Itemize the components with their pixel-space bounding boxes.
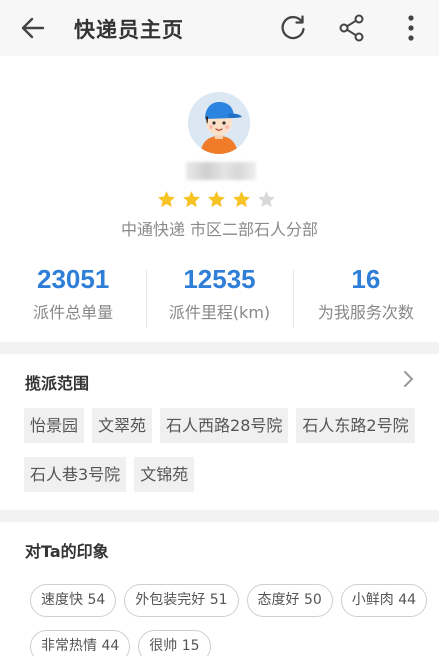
star-empty-icon [258, 191, 275, 208]
star-filled-icon [183, 191, 200, 208]
courier-name-blurred [186, 162, 256, 180]
top-app-bar: 快递员主页 [0, 0, 439, 56]
stat-label: 派件里程(km) [168, 303, 271, 322]
area-tag: 文翠苑 [92, 408, 153, 443]
delivery-range-title: 揽派范围 [25, 374, 90, 393]
stat-value: 16 [351, 264, 381, 294]
chevron-right-icon[interactable] [398, 368, 418, 390]
more-vertical-icon[interactable] [396, 13, 426, 43]
delivery-range-section[interactable]: 揽派范围 怡景园 文翠苑 石人西路28号院 石人东路2号院 石人巷3号院 文锦苑 [0, 354, 439, 510]
impression-tag[interactable]: 很帅 15 [138, 630, 211, 656]
stat-times-served-me: 16 为我服务次数 [292, 262, 439, 332]
stat-label: 派件总单量 [33, 303, 114, 322]
stats-row: 23051 派件总单量 12535 派件里程(km) 16 为我服务次数 [0, 262, 439, 332]
stat-value: 12535 [183, 264, 256, 294]
impression-tag[interactable]: 态度好 50 [246, 584, 333, 617]
arrow-left-icon[interactable] [18, 14, 48, 42]
delivery-area-list: 怡景园 文翠苑 石人西路28号院 石人东路2号院 石人巷3号院 文锦苑 [24, 408, 419, 492]
impression-tag[interactable]: 非常热情 44 [30, 630, 131, 656]
area-tag: 石人东路2号院 [296, 408, 415, 443]
star-filled-icon [233, 191, 250, 208]
stat-total-deliveries: 23051 派件总单量 [0, 262, 146, 332]
courier-company: 中通快递 市区二部石人分部 [120, 220, 319, 239]
stat-label: 为我服务次数 [317, 303, 414, 322]
stat-value: 23051 [37, 264, 110, 294]
impression-tag-list: 速度快 54 外包装完好 51 态度好 50 小鲜肉 44 非常热情 44 很帅… [30, 584, 430, 656]
impressions-title: 对Ta的印象 [25, 542, 109, 561]
area-tag: 怡景园 [24, 408, 85, 443]
page-title: 快递员主页 [74, 18, 184, 42]
impression-tag[interactable]: 速度快 54 [30, 584, 117, 617]
stat-delivery-mileage: 12535 派件里程(km) [146, 262, 292, 332]
star-filled-icon [208, 191, 225, 208]
courier-profile-card: 中通快递 市区二部石人分部 23051 派件总单量 12535 派件里程(km)… [0, 56, 439, 342]
impression-tag[interactable]: 小鲜肉 44 [340, 584, 428, 617]
star-filled-icon [158, 191, 175, 208]
share-icon[interactable] [337, 13, 367, 43]
courier-avatar-icon [188, 92, 250, 154]
refresh-icon[interactable] [278, 13, 308, 43]
area-tag: 石人巷3号院 [24, 457, 127, 492]
impressions-section: 对Ta的印象 速度快 54 外包装完好 51 态度好 50 小鲜肉 44 非常热… [0, 522, 439, 656]
area-tag: 石人西路28号院 [160, 408, 289, 443]
rating-stars [157, 190, 276, 210]
area-tag: 文锦苑 [134, 457, 195, 492]
impression-tag[interactable]: 外包装完好 51 [124, 584, 239, 617]
